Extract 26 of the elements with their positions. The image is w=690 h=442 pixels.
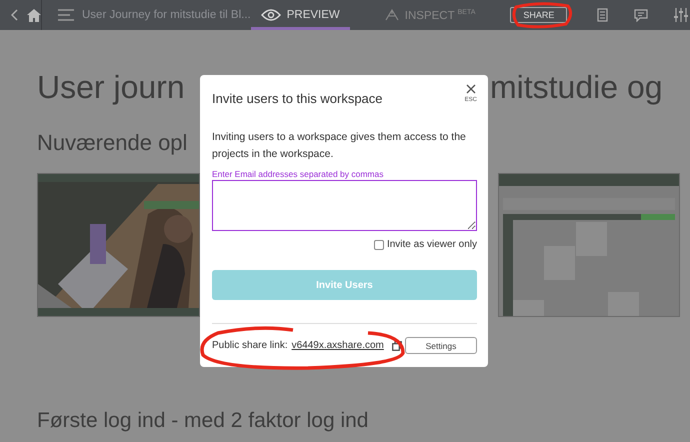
page-heading: User journ xyxy=(37,70,185,104)
tab[interactable]: PREVIEW xyxy=(250,0,350,30)
comment-icon[interactable] xyxy=(634,8,648,22)
copy-icon[interactable] xyxy=(392,340,402,350)
back-icon[interactable] xyxy=(11,9,19,21)
section-heading: Første log ind - med 2 faktor log ind xyxy=(37,409,368,433)
project-title: User Journey for mitstudie til Bl... xyxy=(82,9,251,21)
dialog-title: Invite users to this workspace xyxy=(212,91,383,106)
settings-button[interactable]: Settings xyxy=(405,337,477,354)
share-link[interactable]: v6449x.axshare.com xyxy=(292,340,384,351)
share-link-label: Public share link: xyxy=(212,340,288,351)
document-icon[interactable] xyxy=(597,8,608,22)
menu-icon[interactable] xyxy=(58,9,74,21)
close-icon xyxy=(466,84,476,94)
eye-icon xyxy=(260,9,281,21)
sliders-icon[interactable] xyxy=(674,8,688,22)
home-icon[interactable] xyxy=(27,8,41,22)
email-field[interactable] xyxy=(212,180,477,231)
checkbox[interactable] xyxy=(374,240,384,250)
share-button[interactable]: SHARE xyxy=(510,7,568,23)
inspect-icon xyxy=(384,9,399,21)
dialog-description: Inviting users to a workspace gives them access to the projects in the workspace. xyxy=(212,130,467,162)
page-heading: mitstudie og xyxy=(490,70,663,104)
section-heading: Nuværende opl xyxy=(37,130,188,156)
field-label: Enter Email addresses separated by commas xyxy=(212,169,384,179)
viewer-only-checkbox[interactable]: Invite as viewer only xyxy=(374,239,477,250)
